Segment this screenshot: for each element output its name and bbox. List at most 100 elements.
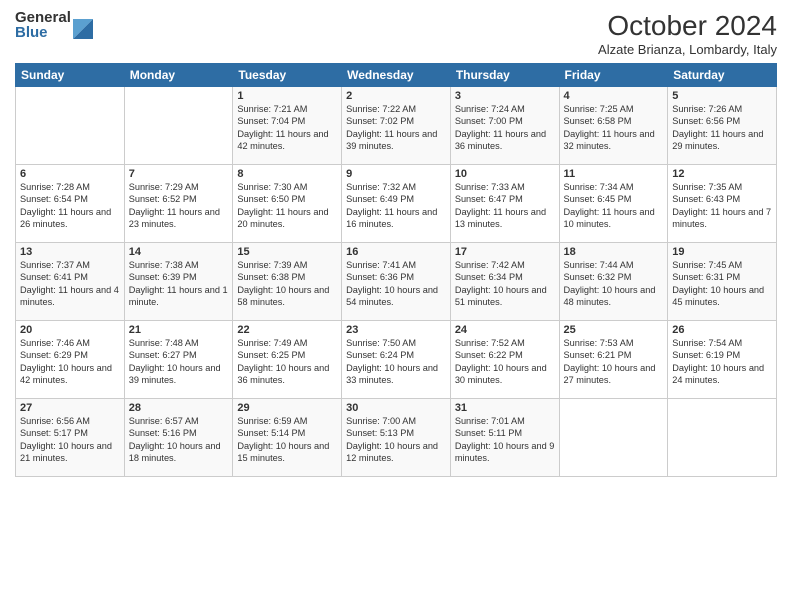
day-info: Sunrise: 7:00 AMSunset: 5:13 PMDaylight:…: [346, 415, 446, 465]
day-number: 2: [346, 90, 446, 102]
calendar-day-cell: 30Sunrise: 7:00 AMSunset: 5:13 PMDayligh…: [342, 399, 451, 477]
calendar-day-cell: 23Sunrise: 7:50 AMSunset: 6:24 PMDayligh…: [342, 321, 451, 399]
day-number: 29: [237, 402, 337, 414]
month-title: October 2024: [598, 10, 777, 42]
calendar-header-cell: Friday: [559, 64, 668, 87]
day-number: 5: [672, 90, 772, 102]
day-number: 14: [129, 246, 229, 258]
calendar-week-row: 13Sunrise: 7:37 AMSunset: 6:41 PMDayligh…: [16, 243, 777, 321]
day-info: Sunrise: 7:25 AMSunset: 6:58 PMDaylight:…: [564, 103, 664, 153]
day-number: 24: [455, 324, 555, 336]
day-info: Sunrise: 7:44 AMSunset: 6:32 PMDaylight:…: [564, 259, 664, 309]
logo-blue: Blue: [15, 25, 71, 40]
day-info: Sunrise: 7:50 AMSunset: 6:24 PMDaylight:…: [346, 337, 446, 387]
day-info: Sunrise: 7:54 AMSunset: 6:19 PMDaylight:…: [672, 337, 772, 387]
calendar-day-cell: 25Sunrise: 7:53 AMSunset: 6:21 PMDayligh…: [559, 321, 668, 399]
calendar-day-cell: 31Sunrise: 7:01 AMSunset: 5:11 PMDayligh…: [450, 399, 559, 477]
day-info: Sunrise: 7:46 AMSunset: 6:29 PMDaylight:…: [20, 337, 120, 387]
calendar-day-cell: 1Sunrise: 7:21 AMSunset: 7:04 PMDaylight…: [233, 87, 342, 165]
calendar-day-cell: 10Sunrise: 7:33 AMSunset: 6:47 PMDayligh…: [450, 165, 559, 243]
day-info: Sunrise: 7:29 AMSunset: 6:52 PMDaylight:…: [129, 181, 229, 231]
day-number: 19: [672, 246, 772, 258]
calendar-week-row: 1Sunrise: 7:21 AMSunset: 7:04 PMDaylight…: [16, 87, 777, 165]
calendar-day-cell: [16, 87, 125, 165]
calendar-day-cell: 9Sunrise: 7:32 AMSunset: 6:49 PMDaylight…: [342, 165, 451, 243]
day-info: Sunrise: 7:37 AMSunset: 6:41 PMDaylight:…: [20, 259, 120, 309]
calendar-day-cell: [124, 87, 233, 165]
day-number: 20: [20, 324, 120, 336]
calendar-day-cell: 8Sunrise: 7:30 AMSunset: 6:50 PMDaylight…: [233, 165, 342, 243]
calendar-day-cell: 14Sunrise: 7:38 AMSunset: 6:39 PMDayligh…: [124, 243, 233, 321]
calendar-day-cell: 4Sunrise: 7:25 AMSunset: 6:58 PMDaylight…: [559, 87, 668, 165]
calendar-header-row: SundayMondayTuesdayWednesdayThursdayFrid…: [16, 64, 777, 87]
calendar-header-cell: Sunday: [16, 64, 125, 87]
calendar-header-cell: Tuesday: [233, 64, 342, 87]
day-number: 21: [129, 324, 229, 336]
day-info: Sunrise: 7:28 AMSunset: 6:54 PMDaylight:…: [20, 181, 120, 231]
calendar-header-cell: Monday: [124, 64, 233, 87]
calendar-week-row: 27Sunrise: 6:56 AMSunset: 5:17 PMDayligh…: [16, 399, 777, 477]
day-number: 27: [20, 402, 120, 414]
day-number: 12: [672, 168, 772, 180]
day-info: Sunrise: 7:26 AMSunset: 6:56 PMDaylight:…: [672, 103, 772, 153]
day-info: Sunrise: 7:38 AMSunset: 6:39 PMDaylight:…: [129, 259, 229, 309]
calendar-day-cell: 17Sunrise: 7:42 AMSunset: 6:34 PMDayligh…: [450, 243, 559, 321]
day-info: Sunrise: 7:53 AMSunset: 6:21 PMDaylight:…: [564, 337, 664, 387]
day-info: Sunrise: 7:30 AMSunset: 6:50 PMDaylight:…: [237, 181, 337, 231]
calendar-table: SundayMondayTuesdayWednesdayThursdayFrid…: [15, 63, 777, 477]
day-number: 23: [346, 324, 446, 336]
calendar-day-cell: 19Sunrise: 7:45 AMSunset: 6:31 PMDayligh…: [668, 243, 777, 321]
day-number: 3: [455, 90, 555, 102]
calendar-day-cell: 22Sunrise: 7:49 AMSunset: 6:25 PMDayligh…: [233, 321, 342, 399]
calendar-day-cell: 24Sunrise: 7:52 AMSunset: 6:22 PMDayligh…: [450, 321, 559, 399]
day-number: 17: [455, 246, 555, 258]
day-number: 9: [346, 168, 446, 180]
day-info: Sunrise: 7:42 AMSunset: 6:34 PMDaylight:…: [455, 259, 555, 309]
day-info: Sunrise: 6:57 AMSunset: 5:16 PMDaylight:…: [129, 415, 229, 465]
calendar-header-cell: Saturday: [668, 64, 777, 87]
logo-general: General: [15, 10, 71, 25]
calendar-day-cell: 15Sunrise: 7:39 AMSunset: 6:38 PMDayligh…: [233, 243, 342, 321]
page: General Blue October 2024 Alzate Brianza…: [0, 0, 792, 612]
day-info: Sunrise: 7:22 AMSunset: 7:02 PMDaylight:…: [346, 103, 446, 153]
calendar-day-cell: 6Sunrise: 7:28 AMSunset: 6:54 PMDaylight…: [16, 165, 125, 243]
calendar-day-cell: 18Sunrise: 7:44 AMSunset: 6:32 PMDayligh…: [559, 243, 668, 321]
day-info: Sunrise: 7:41 AMSunset: 6:36 PMDaylight:…: [346, 259, 446, 309]
calendar-day-cell: 13Sunrise: 7:37 AMSunset: 6:41 PMDayligh…: [16, 243, 125, 321]
day-number: 11: [564, 168, 664, 180]
day-info: Sunrise: 7:32 AMSunset: 6:49 PMDaylight:…: [346, 181, 446, 231]
day-number: 30: [346, 402, 446, 414]
day-number: 25: [564, 324, 664, 336]
day-info: Sunrise: 7:21 AMSunset: 7:04 PMDaylight:…: [237, 103, 337, 153]
calendar-day-cell: 12Sunrise: 7:35 AMSunset: 6:43 PMDayligh…: [668, 165, 777, 243]
day-info: Sunrise: 7:52 AMSunset: 6:22 PMDaylight:…: [455, 337, 555, 387]
day-number: 13: [20, 246, 120, 258]
day-info: Sunrise: 6:59 AMSunset: 5:14 PMDaylight:…: [237, 415, 337, 465]
logo-text: General Blue: [15, 10, 71, 40]
calendar-day-cell: 26Sunrise: 7:54 AMSunset: 6:19 PMDayligh…: [668, 321, 777, 399]
logo-icon: [73, 11, 93, 39]
calendar-header-cell: Thursday: [450, 64, 559, 87]
calendar-day-cell: 3Sunrise: 7:24 AMSunset: 7:00 PMDaylight…: [450, 87, 559, 165]
calendar-day-cell: [559, 399, 668, 477]
day-info: Sunrise: 6:56 AMSunset: 5:17 PMDaylight:…: [20, 415, 120, 465]
title-block: October 2024 Alzate Brianza, Lombardy, I…: [598, 10, 777, 57]
day-info: Sunrise: 7:48 AMSunset: 6:27 PMDaylight:…: [129, 337, 229, 387]
day-number: 18: [564, 246, 664, 258]
day-number: 8: [237, 168, 337, 180]
day-info: Sunrise: 7:33 AMSunset: 6:47 PMDaylight:…: [455, 181, 555, 231]
calendar-day-cell: [668, 399, 777, 477]
calendar-header-cell: Wednesday: [342, 64, 451, 87]
day-info: Sunrise: 7:39 AMSunset: 6:38 PMDaylight:…: [237, 259, 337, 309]
calendar-day-cell: 11Sunrise: 7:34 AMSunset: 6:45 PMDayligh…: [559, 165, 668, 243]
day-info: Sunrise: 7:35 AMSunset: 6:43 PMDaylight:…: [672, 181, 772, 231]
location-subtitle: Alzate Brianza, Lombardy, Italy: [598, 42, 777, 57]
calendar-day-cell: 5Sunrise: 7:26 AMSunset: 6:56 PMDaylight…: [668, 87, 777, 165]
calendar-day-cell: 2Sunrise: 7:22 AMSunset: 7:02 PMDaylight…: [342, 87, 451, 165]
day-info: Sunrise: 7:01 AMSunset: 5:11 PMDaylight:…: [455, 415, 555, 465]
day-number: 22: [237, 324, 337, 336]
day-number: 28: [129, 402, 229, 414]
calendar-day-cell: 21Sunrise: 7:48 AMSunset: 6:27 PMDayligh…: [124, 321, 233, 399]
calendar-day-cell: 16Sunrise: 7:41 AMSunset: 6:36 PMDayligh…: [342, 243, 451, 321]
calendar-week-row: 6Sunrise: 7:28 AMSunset: 6:54 PMDaylight…: [16, 165, 777, 243]
